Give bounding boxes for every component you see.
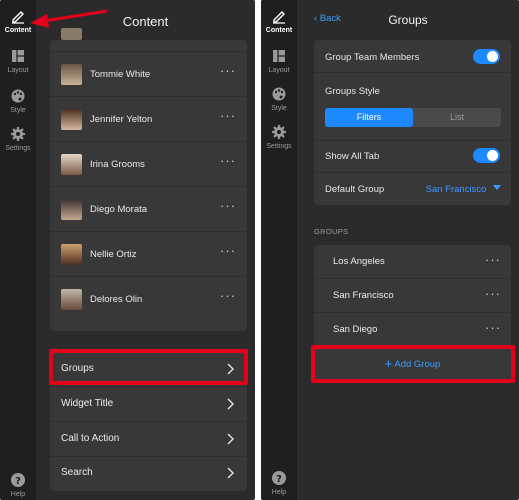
menu-item-call-to-action[interactable]: Call to Action	[50, 422, 247, 457]
chevron-right-icon	[227, 398, 234, 410]
list-item[interactable]: Irina Grooms ···	[50, 142, 247, 187]
highlight-box	[49, 349, 248, 385]
list-item[interactable]: Jennifer Yelton ···	[50, 97, 247, 142]
group-item[interactable]: San Diego ···	[314, 313, 511, 347]
groups-style-row: Groups Style Filters List	[314, 73, 511, 141]
rail-item-help[interactable]: ? Help	[261, 470, 297, 496]
list-item[interactable]: Tommie White ···	[50, 52, 247, 97]
more-icon[interactable]: ···	[485, 253, 501, 266]
rail-item-settings[interactable]: Settings	[261, 124, 297, 150]
palette-icon	[272, 87, 286, 101]
menu-item-widget-title[interactable]: Widget Title	[50, 387, 247, 422]
gear-icon	[11, 127, 25, 141]
chevron-right-icon	[227, 433, 234, 445]
rail-item-layout[interactable]: Layout	[0, 48, 36, 74]
list-item[interactable]: Nellie Ortiz ···	[50, 232, 247, 277]
palette-icon	[11, 89, 25, 103]
avatar	[61, 154, 82, 175]
sidebar-rail: Content Layout Style Settings ? Help	[261, 0, 297, 500]
more-icon[interactable]: ···	[220, 64, 236, 77]
rail-item-help[interactable]: ? Help	[0, 472, 36, 498]
group-item[interactable]: Los Angeles ···	[314, 245, 511, 279]
rail-item-style[interactable]: Style	[0, 88, 36, 114]
gear-icon	[272, 125, 286, 139]
svg-text:?: ?	[15, 476, 21, 487]
page-title: Groups	[388, 13, 428, 27]
pen-icon	[273, 11, 285, 24]
rail-item-settings[interactable]: Settings	[0, 126, 36, 152]
default-group-row: Default Group San Francisco	[314, 173, 511, 205]
layout-icon	[273, 50, 285, 62]
help-icon: ?	[272, 471, 286, 485]
sidebar-rail: Content Layout Style Settings ? Help	[0, 0, 36, 500]
svg-text:?: ?	[276, 474, 282, 485]
more-icon[interactable]: ···	[220, 289, 236, 302]
highlight-box	[311, 345, 515, 383]
list-item[interactable]: Delores Olin ···	[50, 277, 247, 322]
annotation-arrow	[30, 9, 108, 28]
default-group-select[interactable]: San Francisco	[426, 184, 501, 195]
more-icon[interactable]: ···	[485, 287, 501, 300]
avatar	[61, 109, 82, 130]
caret-down-icon	[493, 185, 501, 190]
group-item[interactable]: San Francisco ···	[314, 279, 511, 313]
rail-item-content[interactable]: Content	[261, 8, 297, 34]
avatar	[61, 64, 82, 85]
group-team-members-toggle[interactable]	[473, 49, 500, 64]
style-option-list[interactable]: List	[413, 108, 501, 127]
rail-item-layout[interactable]: Layout	[261, 48, 297, 74]
list-item[interactable]: Diego Morata ···	[50, 187, 247, 232]
groups-style-segmented: Filters List	[325, 108, 501, 127]
style-option-filters[interactable]: Filters	[325, 108, 413, 127]
menu-item-search[interactable]: Search	[50, 456, 247, 491]
layout-icon	[12, 50, 24, 62]
avatar	[61, 199, 82, 220]
show-all-tab-toggle[interactable]	[473, 148, 500, 163]
content-panel: Content Layout Style Settings ? Help Con…	[0, 0, 255, 500]
show-all-tab-row: Show All Tab	[314, 141, 511, 173]
group-team-members-row: Group Team Members	[314, 40, 511, 73]
groups-settings: Group Team Members Groups Style Filters …	[314, 40, 511, 205]
more-icon[interactable]: ···	[220, 244, 236, 257]
groups-panel: Content Layout Style Settings ? Help ‹ B…	[261, 0, 519, 500]
avatar	[61, 289, 82, 310]
avatar	[61, 244, 82, 265]
rail-item-style[interactable]: Style	[261, 86, 297, 112]
more-icon[interactable]: ···	[220, 109, 236, 122]
groups-section-header: GROUPS	[314, 227, 349, 236]
more-icon[interactable]: ···	[485, 321, 501, 334]
more-icon[interactable]: ···	[220, 154, 236, 167]
more-icon[interactable]: ···	[220, 199, 236, 212]
chevron-right-icon	[227, 467, 234, 479]
top-bar: ‹ Back Groups	[297, 0, 519, 42]
people-list: Tommie White ··· Jennifer Yelton ··· Iri…	[50, 28, 247, 331]
help-icon: ?	[11, 473, 25, 487]
